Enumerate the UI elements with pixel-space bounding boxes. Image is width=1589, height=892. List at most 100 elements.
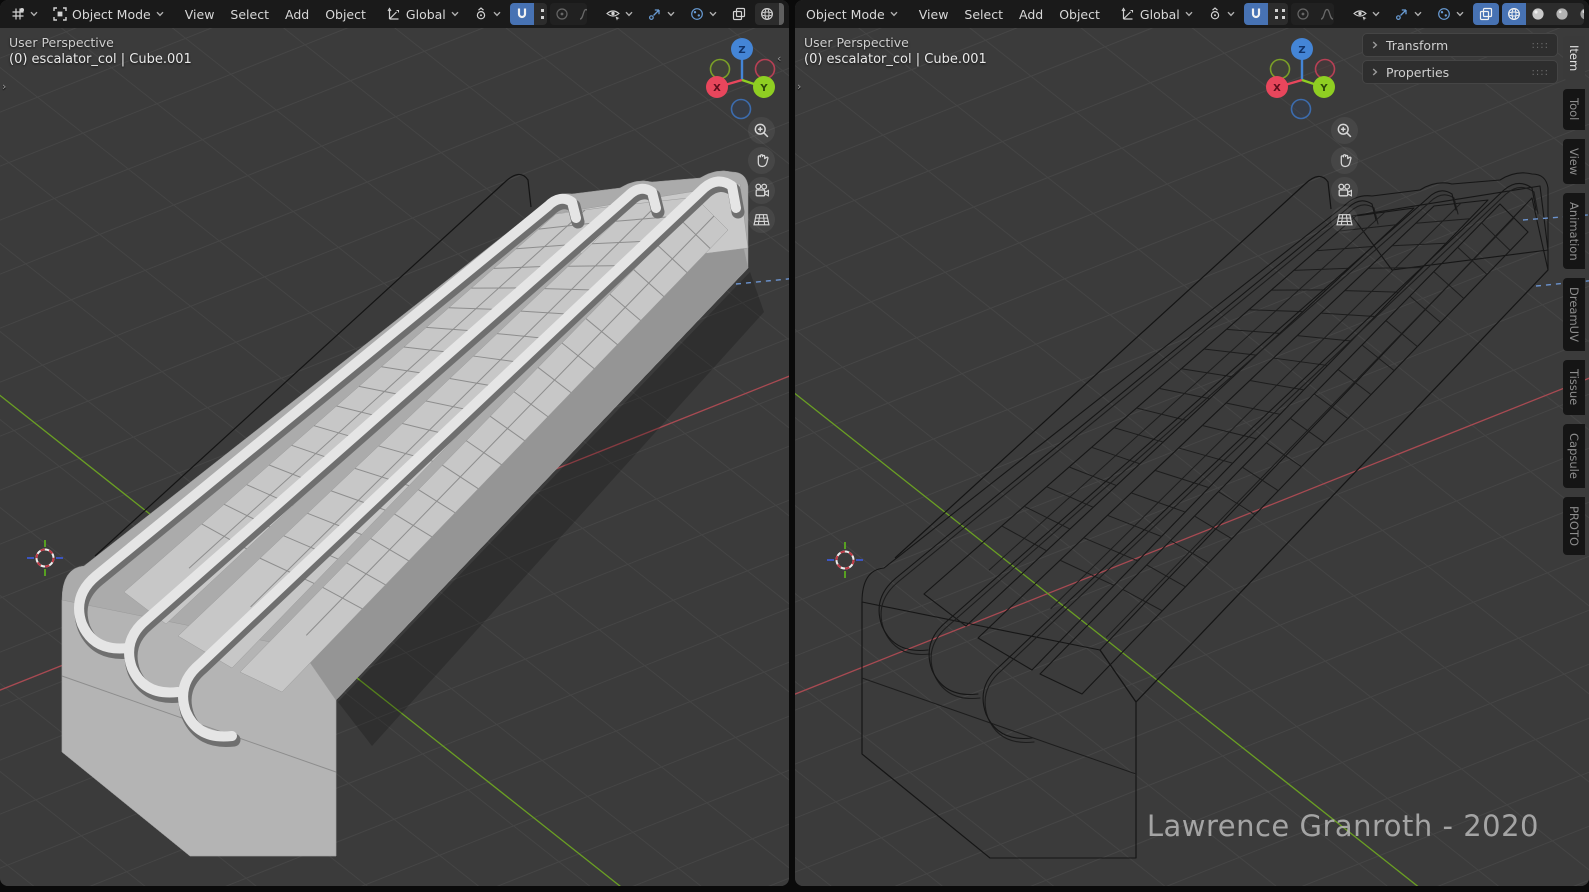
- navigation-gizmo[interactable]: Z X Y: [1258, 36, 1346, 124]
- editor-type-button[interactable]: [5, 3, 44, 25]
- shading-wireframe-button[interactable]: [1502, 3, 1526, 25]
- pivot-dropdown[interactable]: [1202, 3, 1241, 25]
- panel-properties[interactable]: Properties ::::: [1362, 60, 1558, 84]
- panel-transform[interactable]: Transform ::::: [1362, 33, 1558, 57]
- camera-view-button[interactable]: [1331, 177, 1358, 204]
- transform-orientation-icon: [1121, 7, 1135, 21]
- menu-select[interactable]: Select: [222, 3, 277, 25]
- overlays-toggle[interactable]: [684, 3, 723, 25]
- orientation-dropdown[interactable]: Global: [381, 3, 465, 25]
- mode-label: Object Mode: [72, 7, 151, 22]
- xray-toggle[interactable]: [1473, 3, 1499, 25]
- chevron-down-icon: [451, 11, 459, 17]
- gizmos-toggle[interactable]: [1389, 3, 1428, 25]
- wireframe-sphere-icon: [1507, 7, 1521, 21]
- overlays-sphere-icon: [690, 7, 704, 21]
- visibility-dropdown[interactable]: [600, 3, 639, 25]
- tab-tissue[interactable]: Tissue: [1563, 360, 1585, 414]
- chevron-right-icon: [1372, 68, 1378, 76]
- pivot-point-icon: [1208, 7, 1222, 21]
- pan-button[interactable]: [1331, 147, 1358, 174]
- 3d-viewport-canvas-wireframe[interactable]: [795, 28, 1589, 886]
- snap-toggle[interactable]: [510, 3, 534, 25]
- proportional-group: [550, 3, 587, 25]
- shading-solid-button[interactable]: [1526, 3, 1550, 25]
- chevron-down-icon: [156, 11, 164, 17]
- xray-icon: [732, 7, 746, 21]
- menu-add[interactable]: Add: [1011, 3, 1051, 25]
- falloff-dropdown[interactable]: [1315, 3, 1335, 25]
- navigation-gizmo[interactable]: Z X Y: [698, 36, 786, 124]
- chevron-down-icon: [625, 11, 633, 17]
- svg-text:Y: Y: [759, 83, 768, 94]
- rendered-sphere-icon: [1579, 7, 1584, 21]
- shading-rendered-button[interactable]: [1574, 3, 1584, 25]
- magnifier-icon: [1336, 122, 1353, 139]
- menu-select[interactable]: Select: [956, 3, 1011, 25]
- camera-icon: [1336, 182, 1353, 199]
- eye-icon: [606, 7, 620, 21]
- xray-toggle[interactable]: [726, 3, 752, 25]
- mode-dropdown[interactable]: Object Mode: [47, 3, 170, 25]
- snap-group: [1244, 3, 1288, 25]
- menu-object[interactable]: Object: [317, 3, 374, 25]
- gizmos-toggle[interactable]: [642, 3, 681, 25]
- mode-dropdown[interactable]: Object Mode: [800, 3, 904, 25]
- panel-transform-label: Transform: [1386, 38, 1448, 53]
- tab-capsule[interactable]: Capsule: [1563, 424, 1585, 488]
- shading-solid-button[interactable]: [779, 3, 784, 25]
- snap-increment-icon: [539, 7, 547, 21]
- toolbar-expand-icon[interactable]: ›: [2, 80, 6, 93]
- chevron-down-icon: [493, 11, 501, 17]
- mode-label: Object Mode: [806, 7, 885, 22]
- perspective-grid-icon: [1336, 211, 1353, 228]
- tab-tool[interactable]: Tool: [1563, 89, 1585, 129]
- chevron-down-icon: [1185, 11, 1193, 17]
- pivot-point-icon: [474, 7, 488, 21]
- svg-text:Y: Y: [1319, 83, 1328, 94]
- falloff-dropdown[interactable]: [574, 3, 587, 25]
- zoom-button[interactable]: [1331, 117, 1358, 144]
- zoom-button[interactable]: [748, 117, 775, 144]
- menu-view[interactable]: View: [177, 3, 223, 25]
- shading-wireframe-button[interactable]: [755, 3, 779, 25]
- perspective-toggle-button[interactable]: [748, 206, 775, 233]
- overlays-sphere-icon: [1437, 7, 1451, 21]
- viewport-header-right: Object Mode View Select Add Object Globa…: [795, 0, 1589, 28]
- proportional-toggle[interactable]: [550, 3, 574, 25]
- orientation-dropdown[interactable]: Global: [1115, 3, 1199, 25]
- snap-target-dropdown[interactable]: [1268, 3, 1288, 25]
- magnifier-icon: [753, 122, 770, 139]
- visibility-dropdown[interactable]: [1347, 3, 1386, 25]
- camera-view-button[interactable]: [748, 177, 775, 204]
- tab-view[interactable]: View: [1563, 139, 1585, 184]
- proportional-edit-icon: [555, 7, 569, 21]
- proportional-toggle[interactable]: [1291, 3, 1315, 25]
- menu-view[interactable]: View: [911, 3, 957, 25]
- chevron-right-icon: [1372, 41, 1378, 49]
- camera-icon: [753, 182, 770, 199]
- shading-group: [1502, 3, 1584, 25]
- panel-grip[interactable]: ::::: [1532, 67, 1549, 78]
- chevron-down-icon: [30, 11, 38, 17]
- svg-text:Z: Z: [1298, 45, 1305, 56]
- tab-dreamuv[interactable]: DreamUV: [1563, 278, 1585, 351]
- material-sphere-icon: [1555, 7, 1569, 21]
- tab-proto[interactable]: PROTO: [1563, 497, 1585, 555]
- snap-target-dropdown[interactable]: [534, 3, 547, 25]
- panel-grip[interactable]: ::::: [1532, 40, 1549, 51]
- perspective-toggle-button[interactable]: [1331, 206, 1358, 233]
- pan-button[interactable]: [748, 147, 775, 174]
- svg-text:X: X: [1273, 83, 1281, 94]
- menu-add[interactable]: Add: [277, 3, 317, 25]
- toolbar-expand-icon[interactable]: ›: [797, 80, 801, 93]
- magnet-icon: [1249, 7, 1263, 21]
- pivot-dropdown[interactable]: [468, 3, 507, 25]
- tab-item[interactable]: Item: [1563, 36, 1585, 80]
- tab-animation[interactable]: Animation: [1563, 193, 1585, 270]
- snap-toggle[interactable]: [1244, 3, 1268, 25]
- 3d-viewport-canvas-solid[interactable]: [0, 28, 789, 886]
- menu-object[interactable]: Object: [1051, 3, 1108, 25]
- shading-material-button[interactable]: [1550, 3, 1574, 25]
- overlays-toggle[interactable]: [1431, 3, 1470, 25]
